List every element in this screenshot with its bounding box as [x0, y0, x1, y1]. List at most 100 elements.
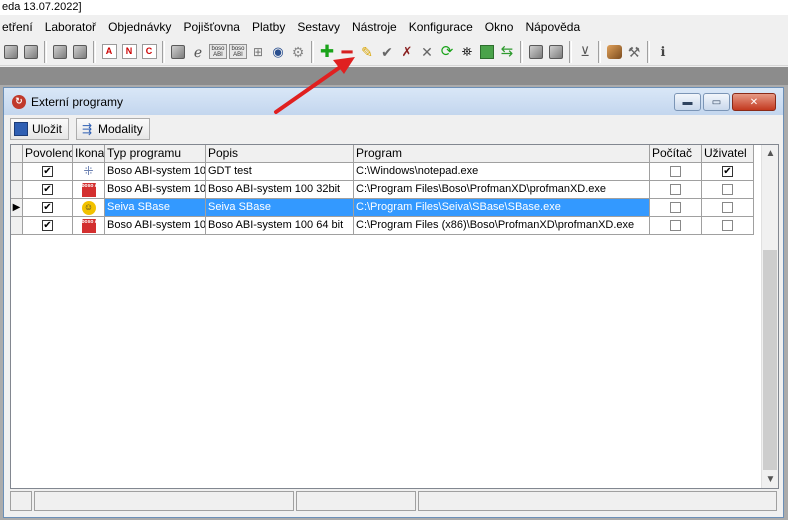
menu-konfigurace[interactable]: Konfigurace [403, 18, 479, 36]
minimize-button[interactable]: ▬ [674, 93, 701, 111]
close-button[interactable]: ✕ [732, 93, 776, 111]
col-header-program[interactable]: Program [354, 145, 650, 163]
enabled-checkbox[interactable]: ✔ [42, 166, 53, 177]
vertical-scrollbar[interactable]: ▲ ▼ [761, 145, 778, 488]
cell-description[interactable]: GDT test [206, 163, 354, 181]
monitor-icon[interactable] [169, 43, 187, 61]
cell-enabled[interactable]: ✔ [23, 217, 73, 235]
external-programs-window: ↻ Externí programy ▬ ▭ ✕ Uložit ⇶ Modali… [3, 87, 784, 518]
cell-computer[interactable] [650, 181, 702, 199]
col-header-computer[interactable]: Počítač [650, 145, 702, 163]
computer-checkbox[interactable] [670, 166, 681, 177]
patients-icon[interactable] [71, 43, 89, 61]
refresh-icon[interactable]: ⟳ [438, 43, 456, 61]
menu-sestavy[interactable]: Sestavy [291, 18, 346, 36]
gear-icon[interactable]: ⚙ [289, 43, 307, 61]
scroll-thumb[interactable] [763, 250, 777, 470]
user-icon[interactable] [547, 43, 565, 61]
seiva-icon: ☺ [81, 200, 96, 215]
cell-enabled[interactable]: ✔ [23, 181, 73, 199]
col-header-description[interactable]: Popis [206, 145, 354, 163]
letter-a-icon[interactable]: A [100, 43, 118, 61]
add-icon[interactable]: ✚ [318, 43, 336, 61]
user-checkbox[interactable]: ✔ [722, 166, 733, 177]
menu-laborator[interactable]: Laboratoř [39, 18, 102, 36]
menu-nastroje[interactable]: Nástroje [346, 18, 403, 36]
user-checkbox[interactable] [722, 220, 733, 231]
cell-program[interactable]: C:\Windows\notepad.exe [354, 163, 650, 181]
computer-checkbox[interactable] [670, 220, 681, 231]
info-icon[interactable]: ℹ [654, 43, 672, 61]
cell-enabled[interactable]: ✔ [23, 163, 73, 181]
cell-user[interactable] [702, 217, 754, 235]
cancel-edit-icon[interactable]: ✗ [398, 43, 416, 61]
cell-program[interactable]: C:\Program Files (x86)\Boso\ProfmanXD\pr… [354, 217, 650, 235]
menu-vysetreni[interactable]: etření [0, 18, 39, 36]
computer-checkbox[interactable] [670, 184, 681, 195]
cell-computer[interactable] [650, 199, 702, 217]
cell-type[interactable]: Seiva SBase [105, 199, 206, 217]
col-header-user[interactable]: Uživatel [702, 145, 754, 163]
menu-platby[interactable]: Platby [246, 18, 291, 36]
user-checkbox[interactable] [722, 202, 733, 213]
users-icon[interactable] [605, 43, 623, 61]
find-binoculars-icon[interactable]: ⛯ [458, 43, 476, 61]
save-button[interactable]: Uložit [10, 118, 70, 140]
cell-computer[interactable] [650, 163, 702, 181]
tools-icon[interactable]: ⚒ [625, 43, 643, 61]
print-icon[interactable] [22, 43, 40, 61]
cell-type[interactable]: Boso ABI-system 100 [105, 217, 206, 235]
grid-tool-icon[interactable]: ⊞ [249, 43, 267, 61]
sync-icon[interactable]: ⇆ [498, 43, 516, 61]
window-icon[interactable] [2, 43, 20, 61]
disc-icon[interactable]: ◉ [269, 43, 287, 61]
enabled-checkbox[interactable]: ✔ [42, 184, 53, 195]
boso-abi-icon-2[interactable]: boso ABI [229, 43, 247, 61]
close-x-icon[interactable]: ✕ [418, 43, 436, 61]
maximize-button[interactable]: ▭ [703, 93, 730, 111]
col-header-type[interactable]: Typ programu [105, 145, 206, 163]
enabled-checkbox[interactable]: ✔ [42, 202, 53, 213]
col-header-enabled[interactable]: Povoleno [23, 145, 73, 163]
scroll-up-icon[interactable]: ▲ [762, 145, 778, 162]
table-row[interactable]: ✔ boso ABI Boso ABI-system 100 Boso ABI-… [11, 217, 754, 235]
table-row-selected[interactable]: ▶ ✔ ☺ Seiva SBase Seiva SBase C:\Program… [11, 199, 754, 217]
cell-type[interactable]: Boso ABI-system 100 [105, 163, 206, 181]
menu-objednavky[interactable]: Objednávky [102, 18, 177, 36]
table-row[interactable]: ✔ ⁜ Boso ABI-system 100 GDT test C:\Wind… [11, 163, 754, 181]
cell-description[interactable]: Boso ABI-system 100 32bit [206, 181, 354, 199]
cell-description[interactable]: Boso ABI-system 100 64 bit [206, 217, 354, 235]
cell-program[interactable]: C:\Program Files\Boso\ProfmanXD\profmanX… [354, 181, 650, 199]
user-checkbox[interactable] [722, 184, 733, 195]
col-header-icon[interactable]: Ikona [73, 145, 105, 163]
cell-description[interactable]: Seiva SBase [206, 199, 354, 217]
cell-user[interactable]: ✔ [702, 163, 754, 181]
confirm-check-icon[interactable]: ✔ [378, 43, 396, 61]
internet-icon[interactable]: ℯ [189, 43, 207, 61]
modality-button[interactable]: ⇶ Modality [76, 118, 150, 140]
scroll-down-icon[interactable]: ▼ [762, 471, 778, 488]
cell-program[interactable]: C:\Program Files\Seiva\SBase\SBase.exe [354, 199, 650, 217]
computer-checkbox[interactable] [670, 202, 681, 213]
cart-icon[interactable]: ⊻ [576, 43, 594, 61]
programs-grid[interactable]: Povoleno Ikona Typ programu Popis Progra… [10, 144, 779, 489]
table-row[interactable]: ✔ boso ABI Boso ABI-system 100 Boso ABI-… [11, 181, 754, 199]
remove-icon[interactable]: ━ [338, 43, 356, 61]
cell-user[interactable] [702, 181, 754, 199]
menu-napoveda[interactable]: Nápověda [519, 18, 586, 36]
enabled-checkbox[interactable]: ✔ [42, 220, 53, 231]
window-titlebar[interactable]: ↻ Externí programy ▬ ▭ ✕ [4, 88, 783, 115]
menu-pojistovna[interactable]: Pojišťovna [177, 18, 246, 36]
edit-pencil-icon[interactable]: ✎ [358, 43, 376, 61]
menu-okno[interactable]: Okno [479, 18, 520, 36]
export-icon[interactable] [478, 43, 496, 61]
patient-icon[interactable] [51, 43, 69, 61]
boso-abi-icon[interactable]: boso ABI [209, 43, 227, 61]
letter-n-icon[interactable]: N [120, 43, 138, 61]
cell-type[interactable]: Boso ABI-system 100 [105, 181, 206, 199]
letter-c-icon[interactable]: C [140, 43, 158, 61]
calculator-icon[interactable] [527, 43, 545, 61]
cell-user[interactable] [702, 199, 754, 217]
cell-computer[interactable] [650, 217, 702, 235]
cell-enabled[interactable]: ✔ [23, 199, 73, 217]
